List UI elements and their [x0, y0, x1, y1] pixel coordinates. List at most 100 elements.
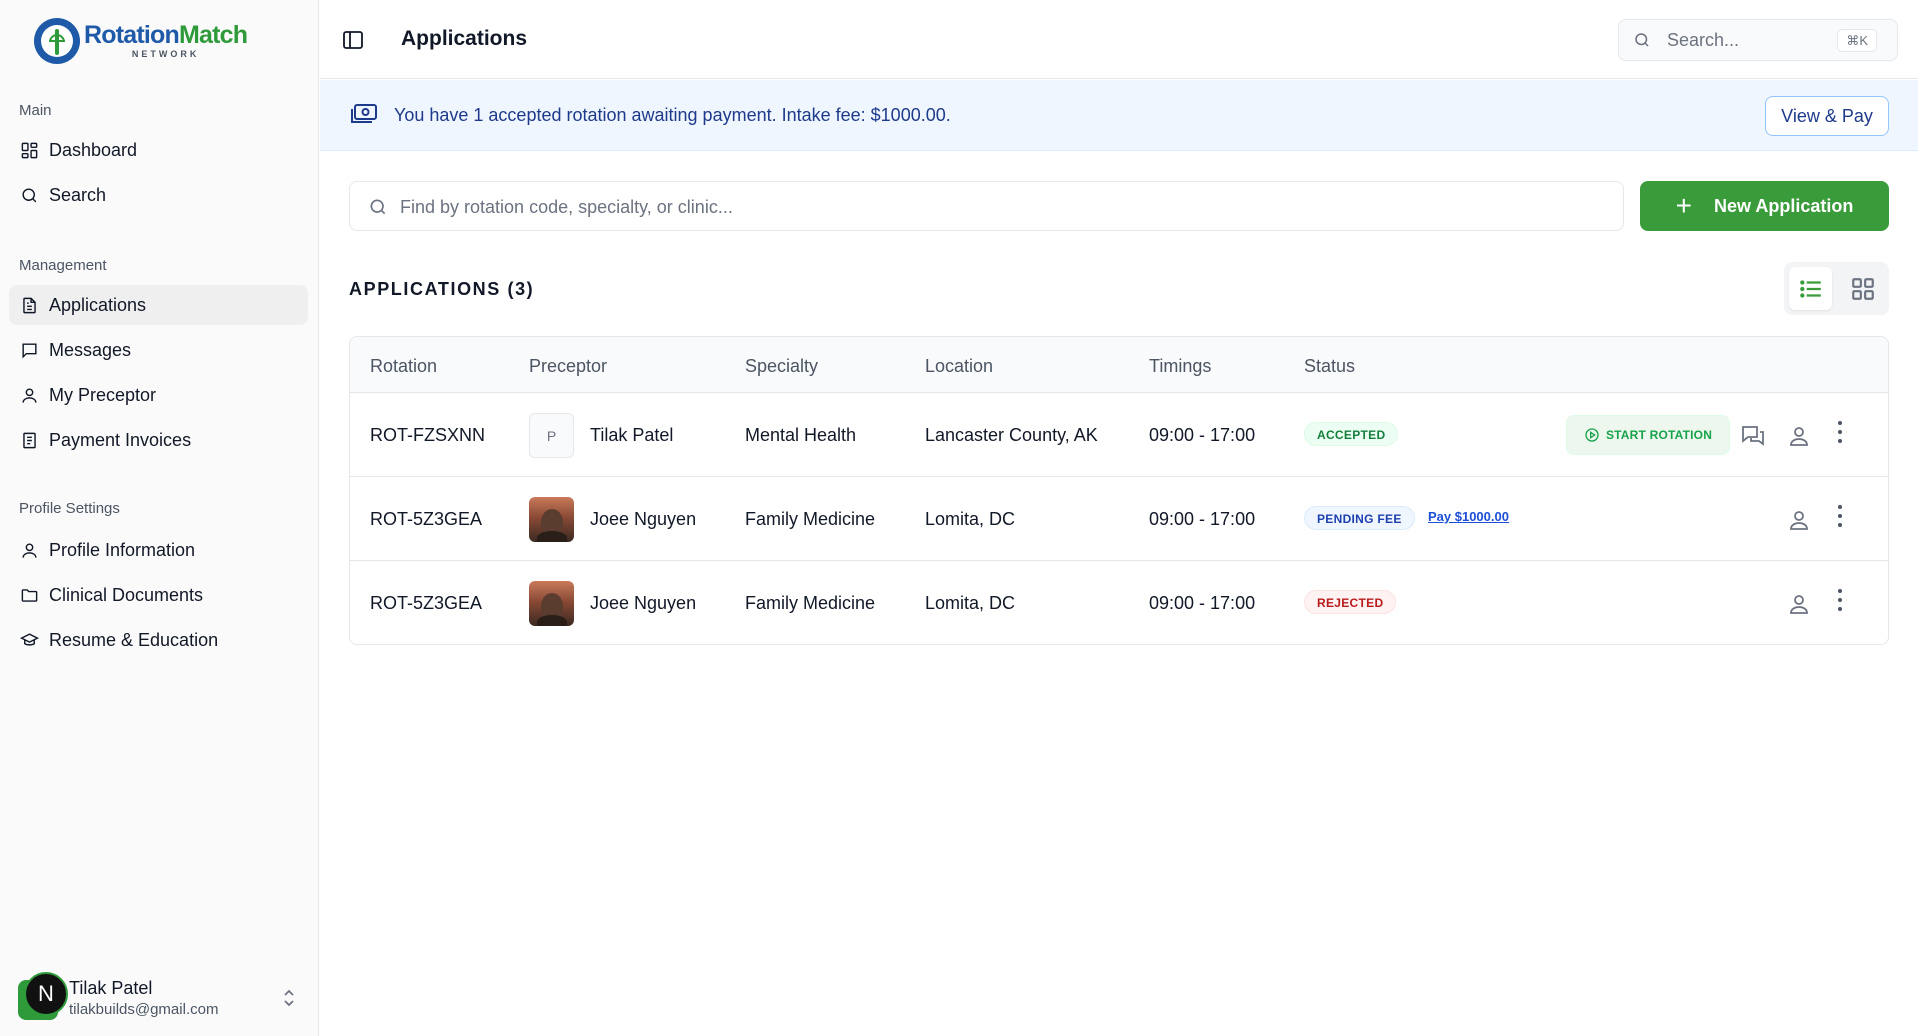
sidebar-item-resume-education[interactable]: Resume & Education [9, 620, 308, 660]
view-pay-button[interactable]: View & Pay [1765, 96, 1889, 136]
section-label-management: Management [19, 257, 107, 274]
sidebar-item-label: Search [49, 184, 107, 205]
location: Lomita, DC [925, 593, 1016, 613]
preceptor-name: Joee Nguyen [590, 593, 697, 613]
list-view-button[interactable] [1789, 267, 1832, 310]
applications-search-input[interactable] [400, 194, 1500, 220]
location: Lomita, DC [925, 509, 1016, 529]
plus-icon: + [1675, 190, 1692, 221]
sidebar-item-search[interactable]: Search [9, 175, 308, 215]
more-options-icon[interactable] [1835, 419, 1845, 445]
more-options-icon[interactable] [1835, 587, 1845, 613]
brand-subtitle: NETWORK [131, 49, 200, 59]
sidebar-item-dashboard[interactable]: Dashboard [9, 130, 308, 170]
preceptor-avatar: P [529, 413, 574, 458]
new-application-button[interactable]: + New Application [1640, 181, 1889, 231]
grid-view-button[interactable] [1841, 267, 1884, 310]
message-icon [19, 340, 39, 360]
sidebar-item-label: Applications [49, 294, 147, 315]
sidebar-item-profile-information[interactable]: Profile Information [9, 530, 308, 570]
pay-fee-link[interactable]: Pay $1000.00 [1428, 509, 1509, 524]
avatar: N [24, 972, 68, 1016]
search-icon [19, 185, 39, 205]
table-row[interactable]: ROT-5Z3GEA Joee Nguyen Family Medicine L… [350, 561, 1888, 644]
payment-banner: You have 1 accepted rotation awaiting pa… [320, 80, 1918, 151]
banknote-icon [350, 102, 378, 126]
search-icon [1633, 31, 1651, 49]
search-icon [368, 197, 388, 217]
column-header-preceptor: Preceptor [529, 356, 608, 376]
timings: 09:00 - 17:00 [1149, 509, 1256, 529]
user-email: tilakbuilds@gmail.com [69, 1001, 219, 1018]
preceptor-name: Joee Nguyen [590, 509, 697, 529]
sidebar-item-label: Profile Information [49, 539, 196, 560]
location: Lancaster County, AK [925, 425, 1098, 445]
global-search-input[interactable] [1667, 28, 1827, 52]
grid-icon [1851, 277, 1874, 300]
status-badge: PENDING FEE [1304, 506, 1415, 530]
brand-logo[interactable]: RotationMatch NETWORK [34, 18, 248, 64]
dashboard-icon [19, 140, 39, 160]
play-circle-icon [1585, 428, 1599, 442]
preceptor-name: Tilak Patel [590, 425, 674, 445]
applications-table: Rotation Preceptor Specialty Location Ti… [349, 336, 1889, 645]
user-icon [19, 385, 39, 405]
document-icon [19, 295, 39, 315]
more-options-icon[interactable] [1835, 503, 1845, 529]
new-application-label: New Application [1714, 195, 1854, 216]
brand-name-part1: Rotation [84, 21, 180, 49]
sidebar-item-messages[interactable]: Messages [9, 330, 308, 370]
folder-icon [19, 585, 39, 605]
column-header-specialty: Specialty [745, 356, 819, 376]
sidebar-item-payment-invoices[interactable]: Payment Invoices [9, 420, 308, 460]
sidebar-toggle-icon[interactable] [342, 29, 364, 51]
preceptor-profile-icon[interactable] [1786, 591, 1812, 617]
rotation-code: ROT-FZSXNN [370, 425, 485, 445]
sidebar-item-clinical-documents[interactable]: Clinical Documents [9, 575, 308, 615]
sidebar-item-my-preceptor[interactable]: My Preceptor [9, 375, 308, 415]
preceptor-profile-icon[interactable] [1786, 423, 1812, 449]
column-header-location: Location [925, 356, 994, 376]
status-badge: REJECTED [1304, 590, 1397, 614]
specialty: Mental Health [745, 425, 857, 445]
preceptor-avatar [529, 497, 574, 542]
global-search[interactable]: ⌘K [1618, 19, 1898, 61]
rotation-code: ROT-5Z3GEA [370, 593, 483, 613]
start-rotation-label: START ROTATION [1605, 428, 1713, 442]
table-header: Rotation Preceptor Specialty Location Ti… [350, 337, 1888, 393]
column-header-rotation: Rotation [370, 356, 438, 376]
sidebar: RotationMatch NETWORK Main Dashboard Sea… [0, 0, 319, 1036]
applications-heading: APPLICATIONS (3) [349, 279, 535, 299]
banner-message: You have 1 accepted rotation awaiting pa… [394, 105, 951, 125]
preceptor-avatar [529, 581, 574, 626]
start-rotation-button[interactable]: START ROTATION [1566, 415, 1730, 455]
sidebar-item-label: Messages [49, 339, 132, 360]
user-menu[interactable]: N Tilak Patel tilakbuilds@gmail.com [18, 972, 303, 1024]
caduceus-logo-icon [34, 18, 80, 64]
sidebar-item-label: Resume & Education [49, 629, 219, 650]
status-badge: ACCEPTED [1304, 422, 1399, 446]
keyboard-shortcut: ⌘K [1837, 29, 1877, 52]
top-header: Applications ⌘K [320, 0, 1918, 79]
specialty: Family Medicine [745, 593, 876, 613]
sidebar-item-label: Clinical Documents [49, 584, 204, 605]
view-toggle [1784, 262, 1889, 315]
table-row[interactable]: ROT-FZSXNN P Tilak Patel Mental Health L… [350, 393, 1888, 477]
sidebar-item-label: My Preceptor [49, 384, 157, 405]
chevrons-up-down-icon [281, 988, 297, 1008]
column-header-timings: Timings [1149, 356, 1212, 376]
messages-icon[interactable] [1740, 423, 1766, 449]
section-label-profile: Profile Settings [19, 500, 120, 517]
preceptor-profile-icon[interactable] [1786, 507, 1812, 533]
applications-search[interactable] [349, 181, 1624, 231]
specialty: Family Medicine [745, 509, 876, 529]
user-icon [19, 540, 39, 560]
sidebar-item-applications[interactable]: Applications [9, 285, 308, 325]
page-title: Applications [401, 27, 528, 50]
sidebar-item-label: Dashboard [49, 139, 138, 160]
section-label-main: Main [19, 102, 52, 119]
invoice-icon [19, 430, 39, 450]
table-row[interactable]: ROT-5Z3GEA Joee Nguyen Family Medicine L… [350, 477, 1888, 561]
rotation-code: ROT-5Z3GEA [370, 509, 483, 529]
user-name: Tilak Patel [69, 978, 153, 998]
